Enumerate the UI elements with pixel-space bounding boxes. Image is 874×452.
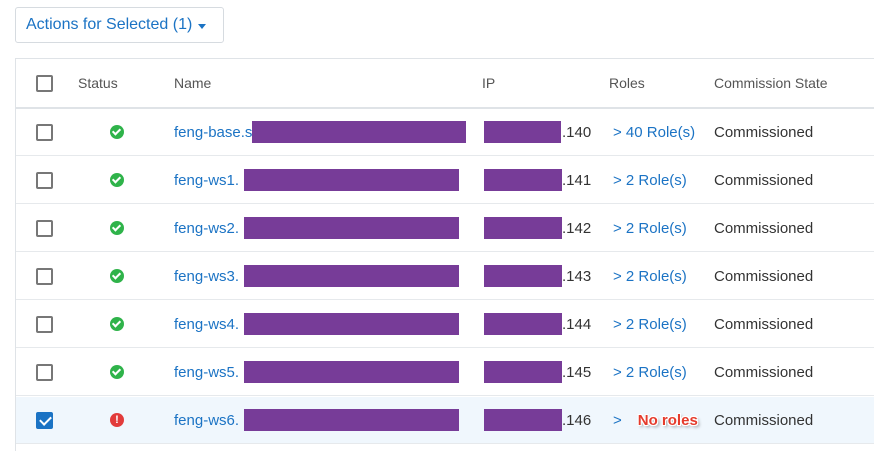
- ip-suffix: .143: [562, 267, 592, 285]
- table-header: Status Name IP Roles Commission State: [16, 59, 874, 109]
- check-circle-icon: [110, 125, 124, 139]
- column-header-ip[interactable]: IP: [482, 59, 495, 107]
- redaction-bar: [244, 361, 459, 383]
- exclamation-circle-icon: !: [110, 413, 124, 427]
- host-name-link[interactable]: feng-ws6.: [174, 397, 239, 443]
- table-row[interactable]: feng-ws2. .142 > 2 Role(s) Commissioned: [16, 205, 874, 252]
- redaction-bar: [484, 265, 562, 287]
- column-header-commission-state[interactable]: Commission State: [714, 59, 828, 107]
- roles-link[interactable]: > 2 Role(s): [613, 157, 687, 203]
- redaction-bar: [244, 265, 459, 287]
- actions-for-selected-button[interactable]: Actions for Selected (1): [15, 7, 224, 43]
- row-select-checkbox[interactable]: [36, 123, 53, 141]
- table-row[interactable]: feng-ws5. .145 > 2 Role(s) Commissioned: [16, 349, 874, 396]
- table-row[interactable]: feng-base.s .140 > 40 Role(s) Commissioned: [16, 109, 874, 156]
- roles-link[interactable]: > 2 Role(s): [613, 301, 687, 347]
- ip-suffix: .145: [562, 363, 592, 381]
- ip-suffix: .146: [562, 411, 592, 429]
- ip-suffix: .141: [562, 171, 592, 189]
- redaction-bar: [484, 313, 562, 335]
- roles-link[interactable]: > 2 Role(s): [613, 349, 687, 395]
- caret-down-icon: [198, 23, 207, 29]
- commission-state: Commissioned: [714, 363, 814, 381]
- redaction-bar: [244, 409, 459, 431]
- roles-link-text: > 2 Role(s): [613, 171, 687, 189]
- host-name-link[interactable]: feng-ws2.: [174, 205, 239, 251]
- roles-link-text: > 40 Role(s): [613, 123, 696, 141]
- roles-link-text: > 2 Role(s): [613, 219, 687, 237]
- redaction-bar: [484, 121, 561, 143]
- check-circle-icon: [110, 173, 124, 187]
- redaction-bar: [244, 217, 459, 239]
- hosts-table: Status Name IP Roles Commission State fe…: [15, 58, 874, 451]
- redaction-bar: [252, 121, 466, 143]
- check-circle-icon: [110, 269, 124, 283]
- row-select-checkbox[interactable]: [36, 219, 53, 237]
- row-select-checkbox[interactable]: [36, 267, 53, 285]
- check-circle-icon: [110, 365, 124, 379]
- redaction-bar: [484, 361, 562, 383]
- roles-link[interactable]: > 2 Role(s): [613, 205, 687, 251]
- column-header-status[interactable]: Status: [78, 59, 118, 107]
- host-name-link[interactable]: feng-ws5.: [174, 349, 239, 395]
- redaction-bar: [484, 409, 562, 431]
- row-select-checkbox[interactable]: [36, 171, 53, 189]
- row-select-checkbox[interactable]: [36, 315, 53, 333]
- ip-suffix: .140: [562, 123, 592, 141]
- host-name-link[interactable]: feng-base.s: [174, 109, 252, 155]
- column-header-name[interactable]: Name: [174, 59, 211, 107]
- redaction-bar: [244, 313, 459, 335]
- host-name-link[interactable]: feng-ws1.: [174, 157, 239, 203]
- roles-link[interactable]: > No roles: [613, 397, 698, 443]
- roles-link-text: > 2 Role(s): [613, 315, 687, 333]
- commission-state: Commissioned: [714, 411, 814, 429]
- roles-link[interactable]: > 2 Role(s): [613, 253, 687, 299]
- roles-link-text: >: [613, 411, 622, 429]
- roles-link-text: > 2 Role(s): [613, 363, 687, 381]
- table-row[interactable]: feng-ws3. .143 > 2 Role(s) Commissioned: [16, 253, 874, 300]
- roles-link[interactable]: > 40 Role(s): [613, 109, 695, 155]
- row-select-checkbox[interactable]: [36, 363, 53, 381]
- ip-suffix: .144: [562, 315, 592, 333]
- table-row[interactable]: feng-ws1. .141 > 2 Role(s) Commissioned: [16, 157, 874, 204]
- select-all-checkbox[interactable]: [36, 74, 53, 92]
- table-row[interactable]: ! feng-ws6. .146 > No roles Commissioned: [16, 397, 874, 444]
- commission-state: Commissioned: [714, 123, 814, 141]
- host-name-link[interactable]: feng-ws4.: [174, 301, 239, 347]
- roles-link-text: > 2 Role(s): [613, 267, 687, 285]
- ip-suffix: .142: [562, 219, 592, 237]
- table-row[interactable]: feng-ws4. .144 > 2 Role(s) Commissioned: [16, 301, 874, 348]
- commission-state: Commissioned: [714, 267, 814, 285]
- column-header-roles[interactable]: Roles: [609, 59, 645, 107]
- actions-for-selected-label: Actions for Selected (1): [26, 16, 193, 33]
- check-circle-icon: [110, 221, 124, 235]
- redaction-bar: [244, 169, 459, 191]
- no-roles-annotation: No roles: [637, 411, 698, 429]
- commission-state: Commissioned: [714, 219, 814, 237]
- redaction-bar: [484, 217, 562, 239]
- row-select-checkbox[interactable]: [36, 411, 53, 429]
- check-circle-icon: [110, 317, 124, 331]
- redaction-bar: [484, 169, 562, 191]
- commission-state: Commissioned: [714, 315, 814, 333]
- host-name-link[interactable]: feng-ws3.: [174, 253, 239, 299]
- commission-state: Commissioned: [714, 171, 814, 189]
